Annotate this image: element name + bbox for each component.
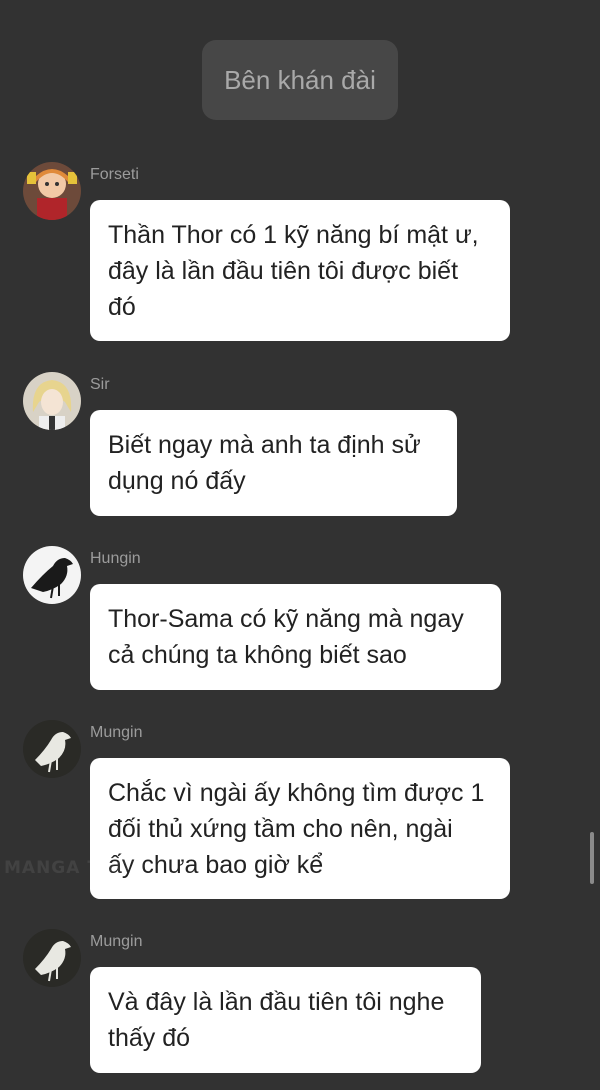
anime-character-avatar-icon[interactable]	[23, 162, 81, 220]
message-bubble: Biết ngay mà anh ta định sử dụng nó đấy	[90, 410, 457, 516]
chat-title: Bên khán đài	[202, 40, 398, 120]
white-raven-avatar-icon[interactable]	[23, 929, 81, 987]
scrollbar[interactable]	[590, 832, 594, 884]
message-bubble: Chắc vì ngài ấy không tìm được 1 đối thủ…	[90, 758, 510, 899]
blonde-character-avatar-icon[interactable]	[23, 372, 81, 430]
sender-name: Hungin	[90, 550, 141, 567]
message-bubble: Thor-Sama có kỹ năng mà ngay cả chúng ta…	[90, 584, 501, 690]
sender-name: Sir	[90, 376, 110, 393]
message-bubble: Thần Thor có 1 kỹ năng bí mật ư, đây là …	[90, 200, 510, 341]
black-raven-avatar-icon[interactable]	[23, 546, 81, 604]
sender-name: Mungin	[90, 933, 143, 950]
watermark: MANGA TOON	[4, 858, 147, 878]
sender-name: Forseti	[90, 166, 139, 183]
sender-name: Mungin	[90, 724, 143, 741]
message-bubble: Và đây là lần đầu tiên tôi nghe thấy đó	[90, 967, 481, 1073]
white-raven-avatar-icon[interactable]	[23, 720, 81, 778]
